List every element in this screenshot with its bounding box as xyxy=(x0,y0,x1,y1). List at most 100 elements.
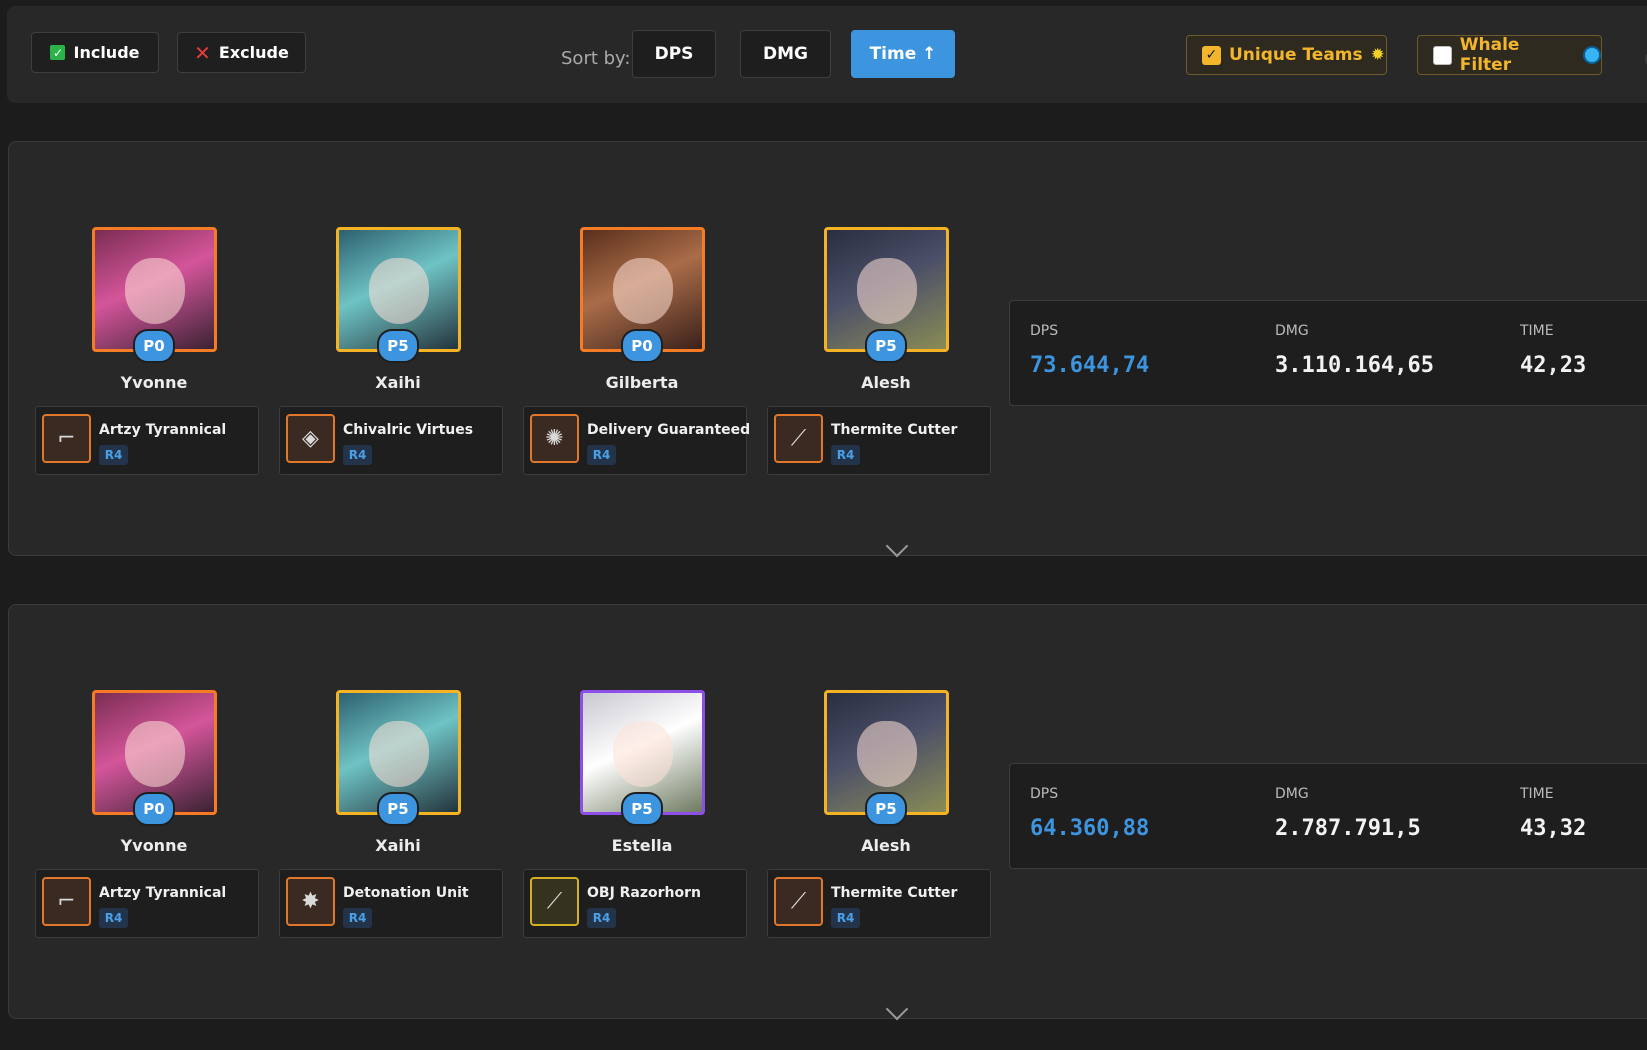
exclude-label: Exclude xyxy=(218,43,289,62)
character-portrait: P0 xyxy=(91,227,217,363)
dps-value: 73.644,74 xyxy=(1030,353,1150,378)
team-stats-panel: DPS 73.644,74 DMG 3.110.164,65 TIME 42,2… xyxy=(1009,300,1647,406)
gun-icon: ⌐ xyxy=(42,414,91,463)
character-slot[interactable]: P0 Gilberta xyxy=(562,227,722,392)
character-portrait: P5 xyxy=(823,690,949,826)
character-name: Xaihi xyxy=(375,373,421,392)
blade-icon: ⟋ xyxy=(774,877,823,926)
expand-chevron-icon[interactable] xyxy=(885,534,909,558)
character-portrait: P0 xyxy=(579,227,705,363)
exclude-button[interactable]: ✕ Exclude xyxy=(177,32,306,73)
whale-filter-checkbox[interactable] xyxy=(1433,45,1452,65)
weapon-card[interactable]: ✺ Delivery Guaranteed R4 xyxy=(523,406,751,475)
weapon-name: OBJ Razorhorn xyxy=(587,885,702,901)
weapon-rank: R4 xyxy=(99,445,128,465)
character-slot[interactable]: P0 Yvonne xyxy=(74,227,234,392)
character-name: Yvonne xyxy=(120,836,188,855)
dmg-label: DMG xyxy=(1275,323,1309,339)
dps-value: 64.360,88 xyxy=(1030,816,1150,841)
character-portrait: P5 xyxy=(335,227,461,363)
team-stats-panel: DPS 64.360,88 DMG 2.787.791,5 TIME 43,32 xyxy=(1009,763,1647,869)
weapon-name: Thermite Cutter xyxy=(831,422,958,438)
character-name: Alesh xyxy=(861,373,911,392)
check-icon: ✓ xyxy=(50,45,66,60)
character-slot[interactable]: P5 Alesh xyxy=(806,227,966,392)
close-icon: ✕ xyxy=(194,40,211,65)
potential-badge: P0 xyxy=(133,792,175,826)
weapon-name: Delivery Guaranteed xyxy=(587,422,751,438)
weapon-card[interactable]: ⌐ Artzy Tyrannical R4 xyxy=(35,869,259,938)
character-name: Estella xyxy=(611,836,673,855)
time-label: TIME xyxy=(1520,786,1554,802)
potential-badge: P5 xyxy=(865,329,907,363)
potential-badge: P5 xyxy=(621,792,663,826)
weapon-name: Chivalric Virtues xyxy=(343,422,474,438)
character-portrait: P5 xyxy=(579,690,705,826)
weapon-rank: R4 xyxy=(831,445,860,465)
bomb-icon: ✸ xyxy=(286,877,335,926)
weapon-rank: R4 xyxy=(831,908,860,928)
weapon-card[interactable]: ◈ Chivalric Virtues R4 xyxy=(279,406,503,475)
sort-dmg-button[interactable]: DMG xyxy=(740,30,831,78)
star-icon: ✹ xyxy=(1370,45,1385,65)
potential-badge: P0 xyxy=(133,329,175,363)
expand-chevron-icon[interactable] xyxy=(885,997,909,1021)
whale-icon xyxy=(1583,46,1601,64)
team-card: P0 Yvonne P5 Xaihi P0 Gilberta P5 Alesh … xyxy=(8,141,1647,558)
time-value: 42,23 xyxy=(1520,353,1587,378)
weapon-rank: R4 xyxy=(343,445,372,465)
gun-icon: ⌐ xyxy=(42,877,91,926)
character-portrait: P0 xyxy=(91,690,217,826)
include-button[interactable]: ✓ Include xyxy=(31,32,159,73)
blade-icon: ⟋ xyxy=(774,414,823,463)
potential-badge: P5 xyxy=(377,329,419,363)
spear-icon: ⟋ xyxy=(530,877,579,926)
weapon-card[interactable]: ⟋ Thermite Cutter R4 xyxy=(767,869,991,938)
weapon-rank: R4 xyxy=(343,908,372,928)
gauntlet-icon: ◈ xyxy=(286,414,335,463)
weapon-name: Artzy Tyrannical xyxy=(99,885,227,901)
character-name: Xaihi xyxy=(375,836,421,855)
whale-filter-toggle[interactable]: Whale Filter xyxy=(1417,35,1602,75)
potential-badge: P5 xyxy=(865,792,907,826)
dmg-label: DMG xyxy=(1275,786,1309,802)
weapon-name: Thermite Cutter xyxy=(831,885,958,901)
team-card: P0 Yvonne P5 Xaihi P5 Estella P5 Alesh ⌐… xyxy=(8,604,1647,1021)
sort-time-button[interactable]: Time ↑ xyxy=(851,30,955,78)
character-slot[interactable]: P5 Estella xyxy=(562,690,722,855)
weapon-rank: R4 xyxy=(587,445,616,465)
whale-filter-label: Whale Filter xyxy=(1459,35,1520,75)
weapon-rank: R4 xyxy=(99,908,128,928)
character-name: Yvonne xyxy=(120,373,188,392)
filter-toolbar: ✓ Include ✕ Exclude Sort by: DPS DMG Tim… xyxy=(7,6,1647,103)
weapon-rank: R4 xyxy=(587,908,616,928)
unique-teams-checkbox[interactable]: ✓ xyxy=(1202,45,1221,65)
dps-label: DPS xyxy=(1030,786,1059,802)
weapon-name: Detonation Unit xyxy=(343,885,469,901)
character-slot[interactable]: P5 Xaihi xyxy=(318,690,478,855)
character-portrait: P5 xyxy=(823,227,949,363)
character-portrait: P5 xyxy=(335,690,461,826)
character-name: Alesh xyxy=(861,836,911,855)
weapon-card[interactable]: ⟋ Thermite Cutter R4 xyxy=(767,406,991,475)
dps-label: DPS xyxy=(1030,323,1059,339)
character-slot[interactable]: P5 Xaihi xyxy=(318,227,478,392)
dmg-value: 2.787.791,5 xyxy=(1275,816,1421,841)
time-label: TIME xyxy=(1520,323,1554,339)
weapon-name: Artzy Tyrannical xyxy=(99,422,227,438)
unique-teams-label: Unique Teams xyxy=(1229,45,1363,65)
unique-teams-toggle[interactable]: ✓ Unique Teams ✹ xyxy=(1186,35,1387,75)
weapon-card[interactable]: ⟋ OBJ Razorhorn R4 xyxy=(523,869,747,938)
potential-badge: P0 xyxy=(621,329,663,363)
time-value: 43,32 xyxy=(1520,816,1587,841)
weapon-card[interactable]: ⌐ Artzy Tyrannical R4 xyxy=(35,406,259,475)
sort-dps-button[interactable]: DPS xyxy=(632,30,716,78)
weapon-card[interactable]: ✸ Detonation Unit R4 xyxy=(279,869,503,938)
character-slot[interactable]: P0 Yvonne xyxy=(74,690,234,855)
character-name: Gilberta xyxy=(605,373,679,392)
include-label: Include xyxy=(73,43,140,62)
character-slot[interactable]: P5 Alesh xyxy=(806,690,966,855)
device-icon: ✺ xyxy=(530,414,579,463)
sort-by-label: Sort by: xyxy=(561,48,631,69)
dmg-value: 3.110.164,65 xyxy=(1275,353,1434,378)
